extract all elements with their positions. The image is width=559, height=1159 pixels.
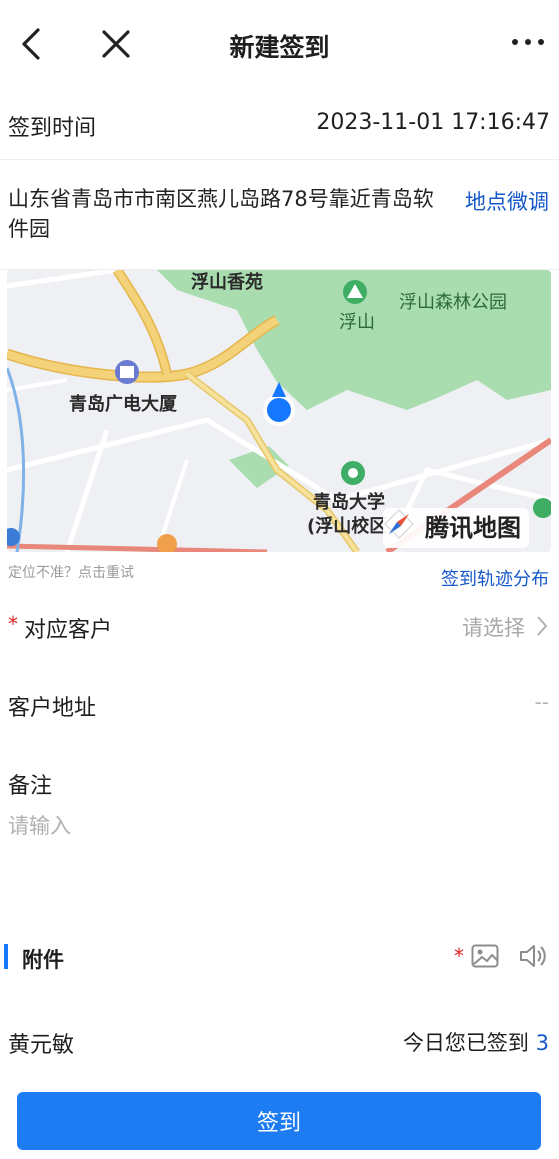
map-label-fushan-park: 浮山森林公园 xyxy=(399,292,507,313)
customer-select-placeholder[interactable]: 请选择 xyxy=(462,612,525,642)
user-name: 黄元敏 xyxy=(8,1033,75,1058)
map-label-fushan-xiangyuan: 浮山香苑 xyxy=(191,272,263,293)
location-address: 山东省青岛市市南区燕儿岛路78号靠近青岛软件园 xyxy=(8,187,434,241)
page-title: 新建签到 xyxy=(229,33,330,62)
map-label-university: 青岛大学 xyxy=(313,492,385,513)
map-label-fushan: 浮山 xyxy=(339,312,375,333)
user-stat-row: 黄元敏 今日您已签到 3 xyxy=(0,1015,559,1065)
checkin-button[interactable]: 签到 xyxy=(17,1092,541,1150)
more-icon[interactable] xyxy=(510,32,546,52)
checkin-count-stat: 今日您已签到 3 xyxy=(403,1027,549,1057)
checkin-count-value: 3 xyxy=(535,1031,549,1055)
section-accent-bar xyxy=(4,944,8,969)
note-row: 备注 xyxy=(0,756,559,916)
customer-address-row: 客户地址 -- xyxy=(0,678,559,738)
required-mark: * xyxy=(454,944,464,968)
map-label-broadcast-building: 青岛广电大厦 xyxy=(69,394,177,415)
location-adjust-link[interactable]: 地点微调 xyxy=(465,186,549,216)
track-distribution-link[interactable]: 签到轨迹分布 xyxy=(441,565,549,591)
chevron-right-icon xyxy=(537,616,548,636)
checkin-count-label: 今日您已签到 xyxy=(402,1031,529,1055)
note-input[interactable] xyxy=(8,810,548,900)
speaker-icon[interactable] xyxy=(518,942,548,970)
attachment-title: 附件 xyxy=(22,948,64,972)
location-row: 山东省青岛市市南区燕儿岛路78号靠近青岛软件园 地点微调 xyxy=(0,160,559,270)
nav-bar: 新建签到 xyxy=(0,0,559,88)
location-retry-tip[interactable]: 定位不准？点击重试 xyxy=(8,562,134,582)
customer-select-row[interactable]: * 对应客户 请选择 xyxy=(0,600,559,660)
customer-address-value: -- xyxy=(534,690,549,714)
customer-address-label: 客户地址 xyxy=(8,696,97,721)
map-view[interactable]: 浮山香苑 浮山 浮山森林公园 青岛广电大厦 青岛大学 (浮山校区) 腾讯地图 xyxy=(7,270,551,552)
required-mark: * xyxy=(8,612,18,636)
map-provider-logo: 腾讯地图 xyxy=(383,508,529,548)
note-label: 备注 xyxy=(8,774,53,799)
checkin-time-value: 2023-11-01 17:16:47 xyxy=(316,110,550,135)
checkin-time-row: 签到时间 2023-11-01 17:16:47 xyxy=(0,88,559,160)
map-provider-name: 腾讯地图 xyxy=(425,514,521,542)
image-icon[interactable] xyxy=(471,944,499,968)
customer-label: 对应客户 xyxy=(24,618,113,643)
attachment-row: 附件 * xyxy=(0,932,559,982)
checkin-time-label: 签到时间 xyxy=(8,116,97,141)
compass-icon xyxy=(384,509,414,539)
